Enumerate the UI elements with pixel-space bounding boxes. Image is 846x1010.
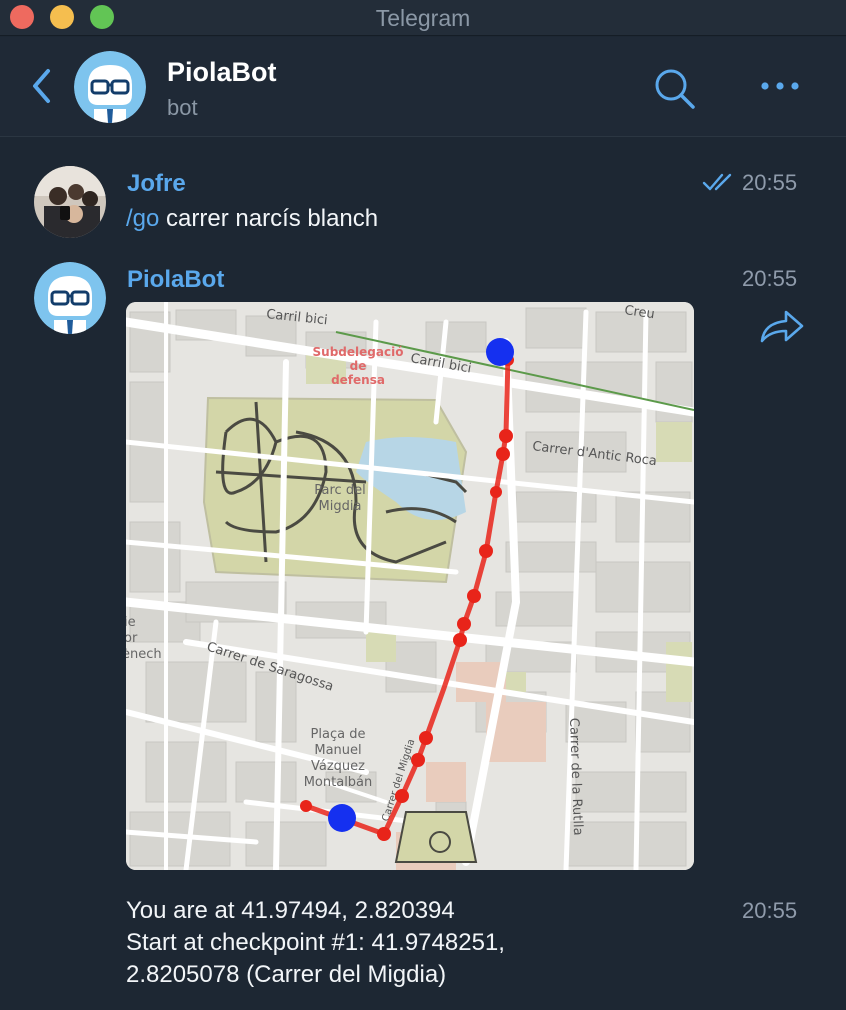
share-arrow-icon bbox=[760, 310, 804, 343]
chat-subtitle: bot bbox=[167, 95, 198, 120]
forward-button[interactable] bbox=[756, 308, 806, 346]
map-label-poi: de bbox=[350, 359, 367, 373]
user-photo-icon bbox=[34, 166, 106, 238]
chat-title: PiolaBot bbox=[167, 57, 277, 87]
command-arguments: carrer narcís blanch bbox=[159, 205, 379, 232]
map-label-edge: or bbox=[126, 631, 138, 646]
bot-command-link[interactable]: /go bbox=[126, 205, 159, 232]
back-button[interactable] bbox=[26, 65, 60, 107]
chat-header: PiolaBot bot bbox=[0, 37, 846, 137]
more-dots-icon bbox=[761, 82, 799, 90]
destination-marker bbox=[486, 338, 514, 366]
robot-avatar-icon bbox=[74, 51, 146, 123]
map-label-poi: Subdelegació bbox=[313, 345, 404, 359]
message-time: 20:55 bbox=[742, 898, 798, 923]
bot-avatar[interactable] bbox=[74, 51, 146, 123]
search-button[interactable] bbox=[650, 64, 700, 114]
search-icon bbox=[655, 69, 695, 109]
map-label-square: Plaça de bbox=[311, 727, 366, 742]
map-label-edge: ie bbox=[126, 615, 136, 630]
message-sender[interactable]: Jofre bbox=[127, 170, 186, 198]
message-sender[interactable]: PiolaBot bbox=[127, 266, 224, 294]
read-double-check-icon bbox=[702, 173, 732, 191]
current-location-marker bbox=[328, 804, 356, 832]
message-text: /go carrer narcís blanch bbox=[126, 203, 378, 235]
chevron-left-icon bbox=[33, 69, 50, 103]
message-line: You are at 41.97494, 2.820394 bbox=[126, 897, 455, 924]
robot-avatar-icon bbox=[34, 262, 106, 334]
window-title: Telegram bbox=[375, 5, 471, 31]
user-avatar[interactable] bbox=[34, 166, 106, 238]
map-label-park: Migdia bbox=[319, 499, 362, 514]
map-label-poi: defensa bbox=[331, 373, 385, 387]
more-options-button[interactable] bbox=[755, 71, 805, 101]
message-time: 20:55 bbox=[742, 170, 798, 195]
bot-message-avatar[interactable] bbox=[34, 262, 106, 334]
message-line: 2.8205078 (Carrer del Migdia) bbox=[126, 961, 447, 988]
map-label-square: Manuel bbox=[314, 743, 361, 758]
message-line: Start at checkpoint #1: 41.9748251, bbox=[126, 929, 505, 956]
window-titlebar: Telegram bbox=[0, 0, 846, 36]
map-label-square: Montalbán bbox=[304, 775, 373, 790]
map-label-square: Vázquez bbox=[311, 759, 365, 774]
map-label-park: Parc del bbox=[314, 483, 365, 498]
map-image[interactable]: Carril bici Carril bici Creu Carrer d'An… bbox=[126, 302, 694, 870]
message-time: 20:55 bbox=[742, 266, 798, 291]
map-label-edge: ènech bbox=[126, 647, 162, 662]
location-message: You are at 41.97494, 2.820394 Start at c… bbox=[126, 895, 505, 991]
